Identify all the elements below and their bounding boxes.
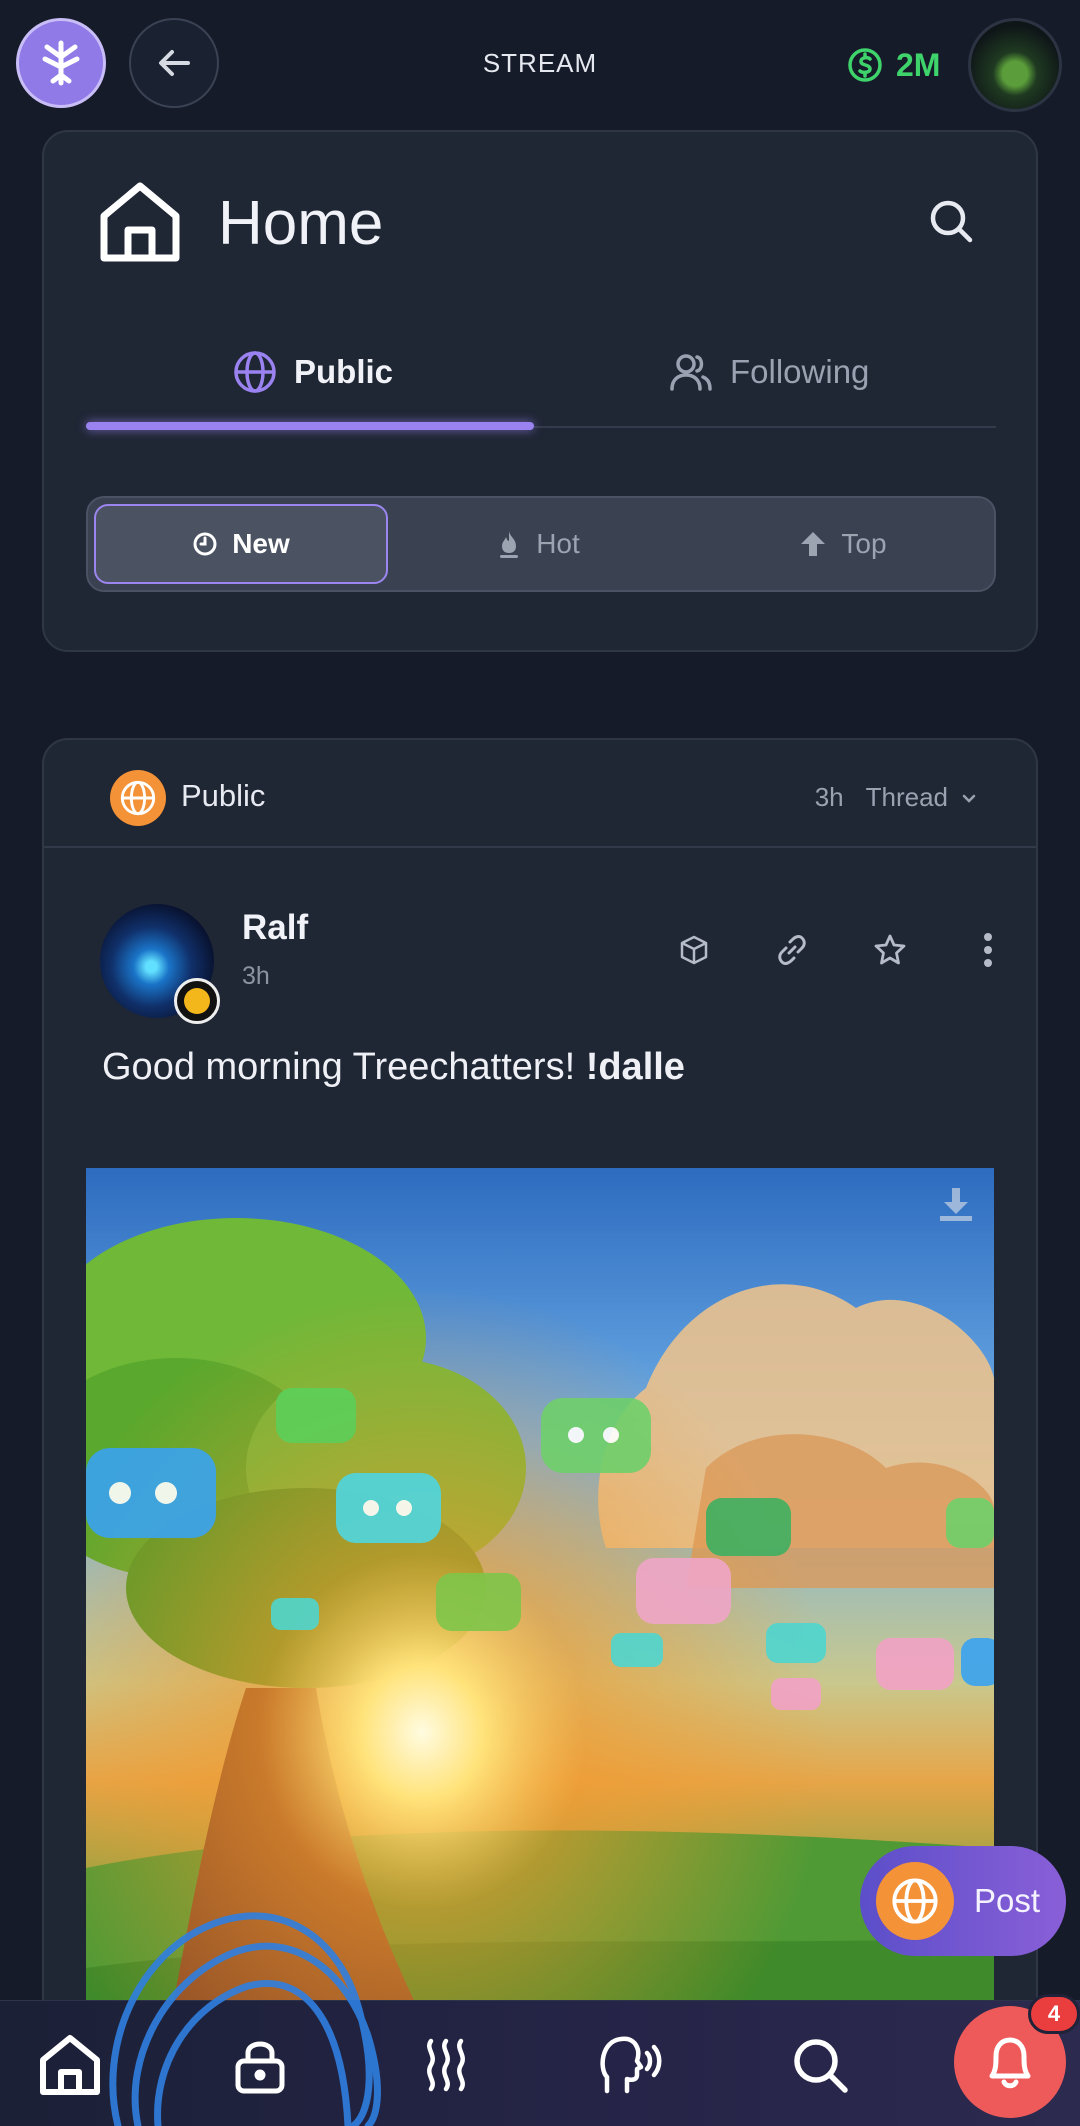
star-icon[interactable] xyxy=(866,926,914,974)
back-button[interactable] xyxy=(129,18,219,108)
post-scope: Public xyxy=(181,778,266,813)
sort-selector: New Hot Top xyxy=(86,496,996,592)
thread-dropdown[interactable]: Thread xyxy=(866,782,978,813)
page-title: STREAM xyxy=(482,48,598,78)
download-icon[interactable] xyxy=(936,1184,976,1224)
home-header-card: Home Public Following New Hot Top xyxy=(42,130,1038,652)
balance-value: 2M xyxy=(896,46,941,83)
home-icon[interactable] xyxy=(36,2031,104,2099)
author-name[interactable]: Ralf xyxy=(242,908,308,948)
sort-top-label: Top xyxy=(841,528,887,559)
globe-icon xyxy=(876,1862,954,1940)
post-button-label: Post xyxy=(974,1882,1041,1919)
head-sound-icon[interactable] xyxy=(596,2031,664,2099)
post-header: Public 3h Thread xyxy=(44,740,1036,848)
tab-public[interactable]: Public xyxy=(232,342,393,402)
top-bar: STREAM 2M xyxy=(0,0,1080,128)
more-vertical-icon[interactable] xyxy=(964,926,1012,974)
tab-public-label: Public xyxy=(294,353,394,390)
new-post-button[interactable]: Post xyxy=(860,1846,1066,1956)
balance-display[interactable]: 2M xyxy=(846,40,940,90)
sort-top-button[interactable]: Top xyxy=(694,504,992,584)
globe-icon xyxy=(234,351,276,393)
globe-icon xyxy=(110,770,166,826)
cube-icon[interactable] xyxy=(670,926,718,974)
arrow-up-icon xyxy=(801,532,826,556)
post-meta: 3h Thread xyxy=(815,782,978,813)
scribble-annotation xyxy=(109,1912,381,2126)
thread-label: Thread xyxy=(865,782,948,812)
post-text-command: !dalle xyxy=(585,1046,685,1088)
flame-icon xyxy=(500,531,519,558)
tab-following[interactable]: Following xyxy=(668,342,869,402)
post-text: Good morning Treechatters! !dalle xyxy=(102,1046,685,1089)
sort-new-label: New xyxy=(232,528,290,559)
search-icon[interactable] xyxy=(926,196,976,246)
active-tab-indicator xyxy=(86,422,534,430)
sort-hot-label: Hot xyxy=(536,528,580,559)
hive-logo-icon[interactable] xyxy=(16,18,106,108)
author-badge xyxy=(174,978,220,1024)
arrow-left-icon xyxy=(159,50,190,76)
search-icon[interactable] xyxy=(786,2031,854,2099)
users-icon xyxy=(670,354,712,391)
dollar-circle-icon xyxy=(848,48,882,82)
sort-hot-button[interactable]: Hot xyxy=(388,504,688,584)
chevron-down-icon xyxy=(962,794,976,803)
tab-following-label: Following xyxy=(730,353,870,390)
clock-icon xyxy=(193,532,217,556)
user-avatar[interactable] xyxy=(968,18,1062,112)
author-time: 3h xyxy=(242,962,270,990)
home-icon xyxy=(100,182,180,262)
sort-new-button[interactable]: New xyxy=(94,504,388,584)
post-text-plain: Good morning Treechatters! xyxy=(102,1046,586,1088)
link-icon[interactable] xyxy=(768,926,816,974)
bell-icon xyxy=(989,2037,1031,2089)
post-age: 3h xyxy=(814,782,844,812)
notification-count-badge: 4 xyxy=(1028,1994,1080,2034)
home-title: Home xyxy=(218,189,384,258)
